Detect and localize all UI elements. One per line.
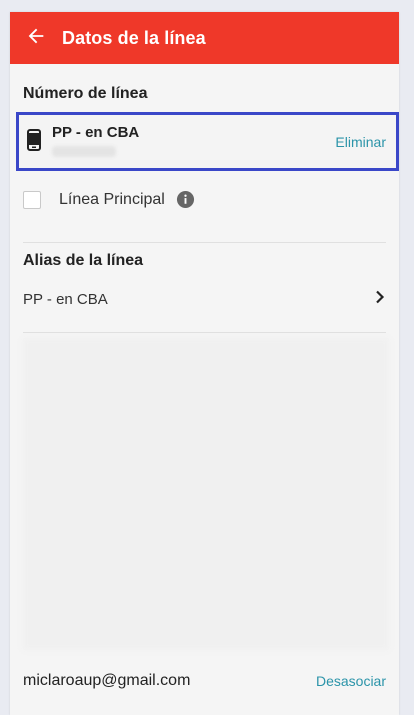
chevron-right-icon [375, 290, 385, 309]
line-number-heading: Número de línea [23, 85, 148, 102]
account-email: miclaroaup@gmail.com [23, 672, 191, 689]
line-details-card: Datos de la línea Número de línea PP - e… [10, 12, 399, 715]
alias-heading: Alias de la línea [23, 252, 144, 269]
line-number-row[interactable]: PP - en CBA Eliminar [16, 112, 399, 171]
delete-line-button[interactable]: Eliminar [335, 134, 386, 150]
divider [23, 332, 386, 333]
line-name: PP - en CBA [52, 124, 140, 141]
mobile-phone-icon [27, 129, 41, 156]
principal-line-label: Línea Principal [59, 190, 165, 208]
info-icon[interactable] [176, 190, 195, 209]
app-bar: Datos de la línea [10, 12, 399, 64]
arrow-left-icon [25, 25, 47, 52]
line-number-redacted [52, 146, 116, 157]
alias-value: PP - en CBA [23, 290, 108, 308]
principal-line-checkbox[interactable] [23, 190, 41, 209]
disassociate-button[interactable]: Desasociar [316, 673, 386, 689]
page-title: Datos de la línea [62, 27, 206, 48]
alias-row[interactable]: PP - en CBA [23, 286, 385, 312]
divider [23, 242, 386, 243]
principal-line-option: Línea Principal [23, 190, 195, 209]
blurred-content [23, 338, 389, 650]
back-button[interactable] [10, 12, 62, 64]
account-footer: miclaroaup@gmail.com Desasociar [23, 672, 386, 690]
